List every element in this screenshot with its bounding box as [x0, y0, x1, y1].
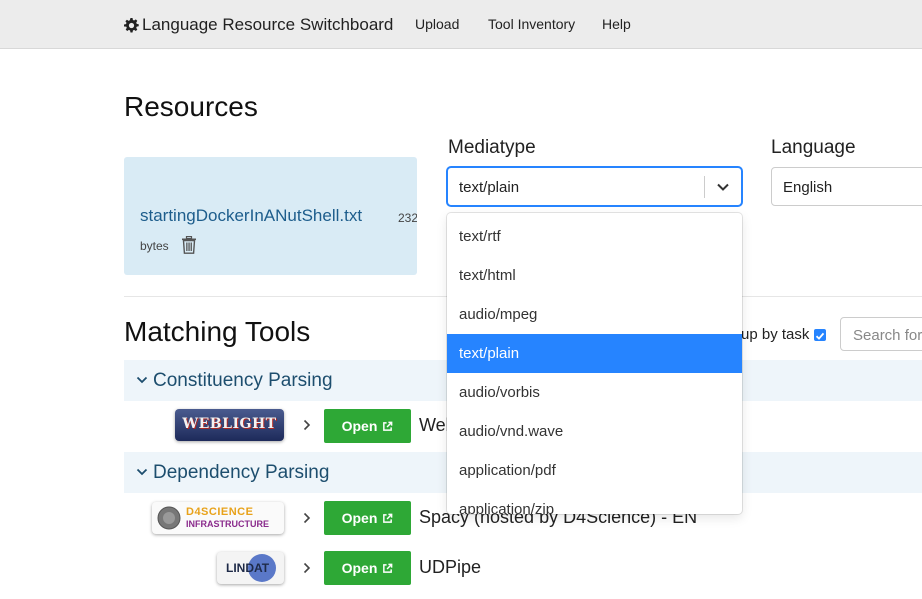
- dropdown-option[interactable]: audio/vnd.wave: [447, 412, 742, 451]
- external-link-icon: [383, 563, 393, 573]
- resources-heading: Resources: [124, 91, 258, 122]
- search-placeholder: Search for: [853, 327, 922, 344]
- tool-search-input[interactable]: Search for: [840, 317, 922, 351]
- d4science-logo-line2: INFRASTRUCTURE: [186, 519, 269, 529]
- weblight-logo-text: WEBLIGHT: [182, 416, 277, 432]
- external-link-icon: [383, 421, 393, 431]
- lindat-logo: LINDAT: [217, 552, 284, 584]
- language-label: Language: [771, 137, 856, 158]
- matching-tools-heading: Matching Tools: [124, 316, 311, 347]
- external-link-icon: [383, 513, 393, 523]
- task-group-title: Dependency Parsing: [153, 462, 330, 483]
- globe-icon: [157, 506, 181, 530]
- chevron-right-icon[interactable]: [302, 562, 312, 574]
- weblight-logo: WEBLIGHT: [175, 409, 284, 441]
- dropdown-option[interactable]: application/pdf: [447, 451, 742, 490]
- mediatype-label: Mediatype: [448, 137, 536, 158]
- lindat-logo-text: LINDAT: [226, 561, 270, 575]
- chevron-right-icon[interactable]: [302, 512, 312, 524]
- chevron-down-icon: [136, 468, 148, 476]
- resource-size-unit: bytes: [140, 239, 169, 253]
- brand-title: Language Resource Switchboard: [142, 15, 394, 34]
- nav-upload[interactable]: Upload: [415, 16, 459, 32]
- group-by-task-label: up by task: [741, 326, 810, 343]
- dropdown-option-selected[interactable]: text/plain: [447, 334, 742, 373]
- open-button[interactable]: Open: [324, 501, 411, 535]
- task-group-title: Constituency Parsing: [153, 370, 333, 391]
- brand[interactable]: Language Resource Switchboard: [124, 14, 393, 36]
- group-by-task-checkbox[interactable]: [814, 329, 826, 341]
- language-select[interactable]: English: [771, 167, 922, 206]
- open-button-label: Open: [341, 560, 378, 576]
- mediatype-value: text/plain: [459, 179, 520, 196]
- gear-icon: [124, 17, 139, 32]
- chevron-down-icon: [136, 376, 148, 384]
- mediatype-dropdown-menu[interactable]: text/rtf text/html audio/mpeg text/plain…: [447, 213, 742, 514]
- checkmark-icon: [815, 332, 825, 340]
- dropdown-option[interactable]: audio/mpeg: [447, 295, 742, 334]
- chevron-down-icon[interactable]: [716, 180, 730, 194]
- dropdown-option[interactable]: text/rtf: [447, 217, 742, 256]
- language-value: English: [783, 179, 833, 196]
- resource-size: 232: [398, 211, 417, 225]
- navbar: Language Resource Switchboard Upload Too…: [0, 0, 922, 49]
- open-button[interactable]: Open: [324, 551, 411, 585]
- trash-icon[interactable]: [181, 236, 197, 254]
- dropdown-option[interactable]: text/html: [447, 256, 742, 295]
- nav-tool-inventory[interactable]: Tool Inventory: [488, 16, 575, 32]
- d4science-logo-line1: D4SCIENCE: [186, 506, 254, 518]
- mediatype-select[interactable]: text/plain: [447, 167, 742, 206]
- open-button-label: Open: [341, 510, 378, 526]
- resource-file-link[interactable]: startingDockerInANutShell.txt: [140, 206, 362, 226]
- open-button-label: Open: [341, 418, 378, 434]
- nav-help[interactable]: Help: [602, 16, 631, 32]
- chevron-right-icon[interactable]: [302, 419, 312, 431]
- dropdown-option[interactable]: audio/vorbis: [447, 373, 742, 412]
- d4science-logo: D4SCIENCE INFRASTRUCTURE: [152, 502, 284, 534]
- dropdown-option[interactable]: application/zip: [447, 490, 742, 514]
- resource-card: startingDockerInANutShell.txt 232 bytes: [124, 157, 417, 275]
- select-separator: [704, 176, 705, 198]
- tool-name[interactable]: UDPipe: [419, 557, 481, 578]
- open-button[interactable]: Open: [324, 409, 411, 443]
